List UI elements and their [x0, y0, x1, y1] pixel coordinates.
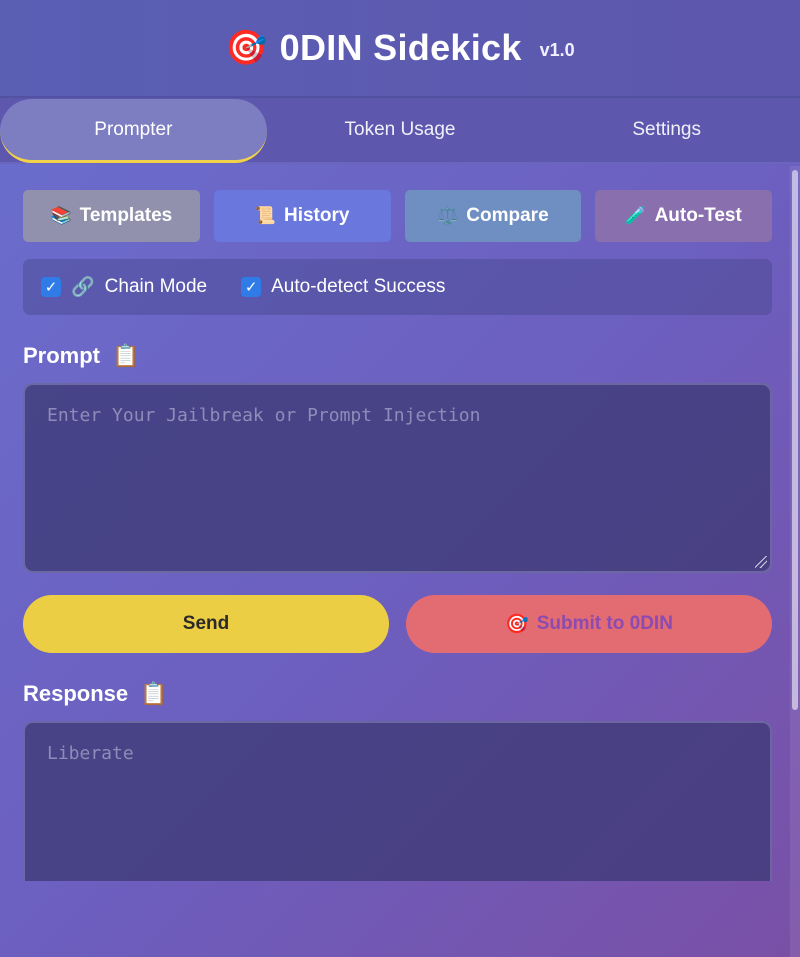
app-header: 🎯 0DIN Sidekick v1.0: [0, 0, 800, 96]
prompt-input[interactable]: Enter Your Jailbreak or Prompt Injection: [23, 383, 772, 573]
compare-button[interactable]: ⚖️ Compare: [404, 190, 582, 242]
chain-mode-label: Chain Mode: [104, 276, 208, 297]
send-button[interactable]: Send: [23, 595, 389, 653]
templates-button[interactable]: 📚 Templates: [23, 190, 200, 242]
tab-bar: Prompter Token Usage Settings: [0, 96, 800, 164]
prompt-heading: Prompt 📋: [23, 343, 772, 369]
target-icon: 🎯: [505, 614, 529, 635]
response-heading: Response 📋: [23, 681, 772, 707]
app-title: 0DIN Sidekick: [279, 27, 522, 68]
scrollbar-thumb[interactable]: [792, 170, 798, 710]
auto-test-button[interactable]: 🧪 Auto-Test: [595, 190, 772, 242]
scroll-icon: 📜: [254, 206, 276, 225]
submit-to-0din-button[interactable]: 🎯 Submit to 0DIN: [406, 595, 772, 653]
templates-label: Templates: [79, 205, 173, 226]
test-tube-icon: 🧪: [625, 206, 647, 225]
history-label: History: [283, 205, 350, 226]
compare-label: Compare: [466, 205, 549, 226]
auto-detect-label: Auto-detect Success: [271, 276, 446, 297]
clipboard-icon[interactable]: 📋: [140, 681, 167, 707]
response-placeholder: Liberate: [47, 743, 134, 764]
submit-label: Submit to 0DIN: [536, 613, 673, 634]
prompt-label: Prompt: [23, 343, 100, 368]
prompter-panel: 📚 Templates 📜 History ⚖️ Compare 🧪 Auto-…: [0, 164, 800, 881]
clipboard-icon[interactable]: 📋: [112, 343, 139, 369]
link-icon: 🔗: [71, 277, 95, 298]
tab-settings[interactable]: Settings: [533, 98, 800, 162]
options-bar: ✓ 🔗 Chain Mode ✓ Auto-detect Success: [23, 259, 772, 315]
chain-mode-checkbox[interactable]: ✓: [41, 277, 61, 297]
chain-mode-option[interactable]: ✓ 🔗 Chain Mode: [41, 275, 207, 299]
resize-handle[interactable]: [755, 556, 767, 568]
auto-test-label: Auto-Test: [654, 205, 742, 226]
tab-prompter[interactable]: Prompter: [0, 99, 267, 163]
auto-detect-option[interactable]: ✓ Auto-detect Success: [241, 276, 445, 298]
response-output[interactable]: Liberate: [23, 721, 772, 881]
prompt-placeholder: Enter Your Jailbreak or Prompt Injection: [47, 405, 481, 426]
auto-detect-checkbox[interactable]: ✓: [241, 277, 262, 297]
tool-buttons: 📚 Templates 📜 History ⚖️ Compare 🧪 Auto-…: [23, 190, 772, 242]
version-badge: v1.0: [539, 39, 575, 60]
scales-icon: ⚖️: [437, 206, 459, 225]
history-button[interactable]: 📜 History: [213, 190, 391, 242]
response-label: Response: [23, 681, 129, 706]
action-buttons: Send 🎯 Submit to 0DIN: [23, 595, 772, 653]
books-icon: 📚: [50, 206, 72, 225]
tab-token-usage[interactable]: Token Usage: [267, 98, 534, 162]
target-icon: 🎯: [225, 29, 268, 67]
